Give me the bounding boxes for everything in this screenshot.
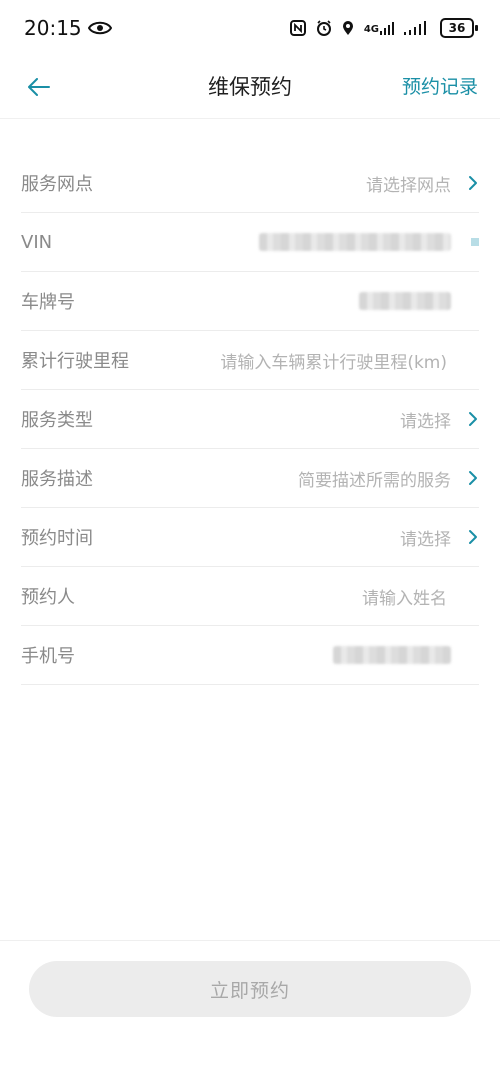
status-right: 4G 36 <box>289 18 478 38</box>
network-label: 4G <box>363 24 379 35</box>
service-description-select[interactable]: 简要描述所需的服务 <box>298 466 451 491</box>
network-indicator: 4G <box>364 21 394 35</box>
service-description-row[interactable]: 服务描述 简要描述所需的服务 <box>21 449 479 508</box>
mileage-row[interactable]: 累计行驶里程 请输入车辆累计行驶里程(km) <box>21 331 479 390</box>
eye-icon <box>87 21 112 35</box>
row-label: 手机号 <box>21 646 75 667</box>
contact-name-row[interactable]: 预约人 请输入姓名 <box>21 567 479 626</box>
vin-value-redacted <box>259 233 451 251</box>
records-link[interactable]: 预约记录 <box>402 56 478 118</box>
status-bar: 20:15 4G 36 <box>0 0 500 56</box>
service-type-select[interactable]: 请选择 <box>400 407 451 432</box>
bottom-bar: 立即预约 <box>0 940 500 1080</box>
row-label: 服务描述 <box>21 469 93 490</box>
redaction-mark <box>471 238 479 246</box>
service-type-row[interactable]: 服务类型 请选择 <box>21 390 479 449</box>
phone-value-redacted <box>333 646 451 664</box>
service-outlet-select[interactable]: 请选择网点 <box>366 171 451 196</box>
chevron-right-icon <box>469 471 477 485</box>
status-time: 20:15 <box>24 16 82 40</box>
plate-number-row: 车牌号 <box>21 272 479 331</box>
service-outlet-row[interactable]: 服务网点 请选择网点 <box>21 154 479 213</box>
signal-bars-icon-2 <box>404 21 426 35</box>
row-label: 服务网点 <box>21 174 93 195</box>
submit-appointment-button[interactable]: 立即预约 <box>29 961 471 1017</box>
signal-bars-icon <box>380 22 394 35</box>
nfc-icon <box>289 20 306 36</box>
row-label: 车牌号 <box>21 292 75 313</box>
chevron-right-icon <box>469 176 477 190</box>
header: 维保预约 预约记录 <box>0 56 500 119</box>
contact-name-input[interactable]: 请输入姓名 <box>362 584 447 609</box>
plate-value-redacted <box>359 292 451 310</box>
battery-icon: 36 <box>440 18 478 38</box>
status-left: 20:15 <box>24 16 112 40</box>
row-label: 服务类型 <box>21 410 93 431</box>
chevron-right-icon <box>469 530 477 544</box>
chevron-right-icon <box>469 412 477 426</box>
row-label: 预约人 <box>21 587 75 608</box>
mileage-input[interactable]: 请输入车辆累计行驶里程(km) <box>220 348 447 373</box>
row-label: VIN <box>21 231 53 253</box>
row-label: 累计行驶里程 <box>21 351 129 372</box>
appointment-form: 服务网点 请选择网点 VIN 车牌号 累计行驶里程 请输入车辆累计行驶里程(km… <box>21 154 479 685</box>
vin-row: VIN <box>21 213 479 272</box>
battery-level: 36 <box>440 18 474 38</box>
appointment-time-select[interactable]: 请选择 <box>400 525 451 550</box>
row-label: 预约时间 <box>21 528 93 549</box>
location-icon <box>342 21 353 35</box>
phone-row: 手机号 <box>21 626 479 685</box>
appointment-time-row[interactable]: 预约时间 请选择 <box>21 508 479 567</box>
alarm-icon <box>316 20 331 36</box>
